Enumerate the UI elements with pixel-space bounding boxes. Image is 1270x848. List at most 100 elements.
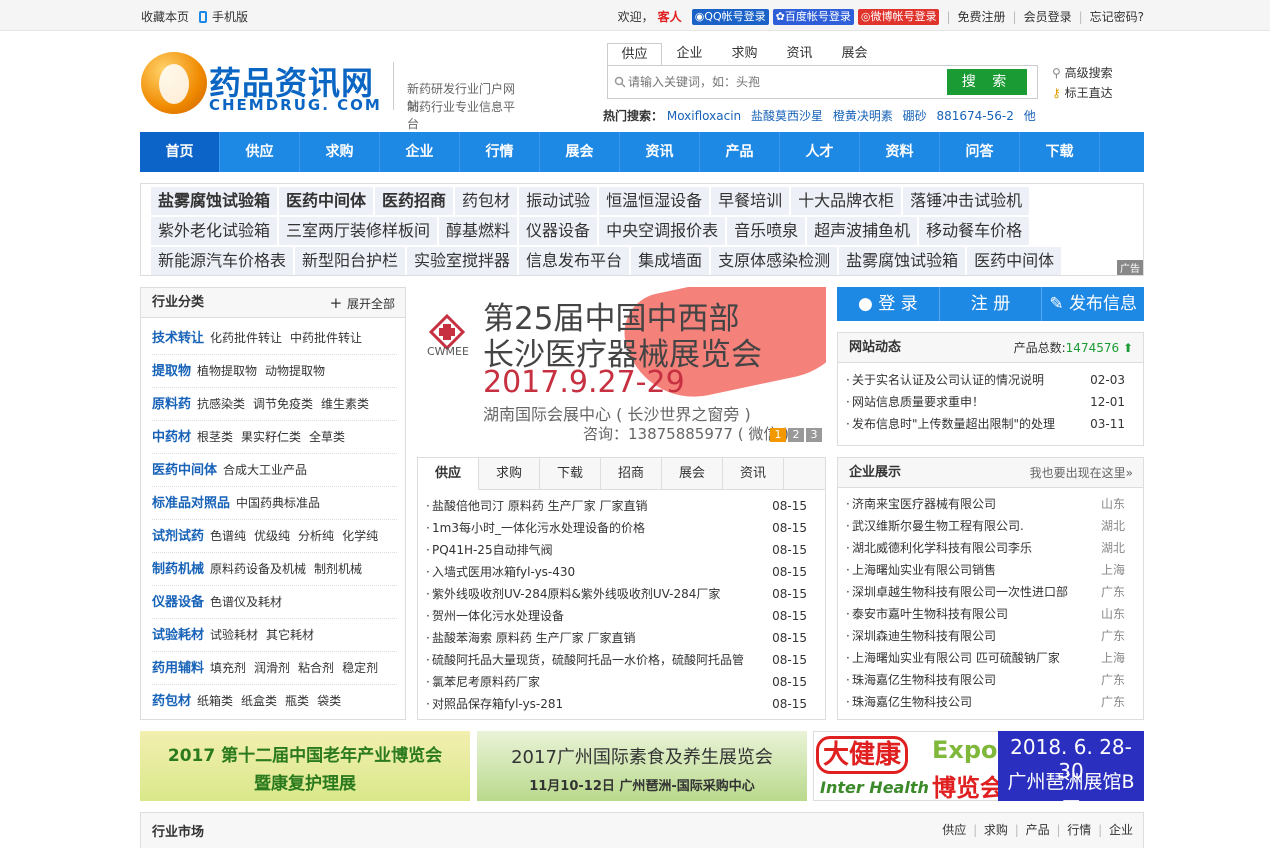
keyword-link[interactable]: 仪器设备: [519, 217, 598, 245]
company-item[interactable]: 深圳森迪生物科技有限公司 广东: [838, 625, 1143, 647]
supply-item[interactable]: 贺州一体化污水处理设备 08-15: [418, 605, 825, 627]
register-button[interactable]: 注 册: [940, 287, 1043, 321]
nav-product[interactable]: 产品: [700, 132, 780, 172]
market-link-buy[interactable]: 求购: [984, 823, 1008, 837]
category-sub[interactable]: 纸箱类: [197, 694, 233, 708]
category-sub[interactable]: 其它耗材: [266, 628, 314, 642]
category-sub[interactable]: 调节免疫类: [253, 397, 313, 411]
company-item[interactable]: 深圳卓越生物科技有限公司一次性进口部 广东: [838, 581, 1143, 603]
category-name[interactable]: 试剂试药: [152, 529, 204, 544]
category-name[interactable]: 提取物: [152, 364, 191, 379]
hot-search-link[interactable]: 盐酸莫西沙星: [751, 109, 823, 123]
nav-docs[interactable]: 资料: [860, 132, 940, 172]
category-sub[interactable]: 抗感染类: [197, 397, 245, 411]
nav-exhibition[interactable]: 展会: [540, 132, 620, 172]
search-input[interactable]: [628, 72, 928, 92]
keyword-link[interactable]: 恒温恒湿设备: [599, 187, 710, 215]
keyword-link[interactable]: 医药中间体: [279, 187, 374, 215]
category-sub[interactable]: 中药批件转让: [290, 331, 362, 345]
keyword-link[interactable]: 新能源汽车价格表: [151, 247, 294, 275]
company-item[interactable]: 济南来宝医疗器械有限公司 山东: [838, 493, 1143, 515]
category-sub[interactable]: 植物提取物: [197, 364, 257, 378]
supply-item[interactable]: 入墙式医用冰箱fyl-ys-430 08-15: [418, 561, 825, 583]
category-sub[interactable]: 制剂机械: [314, 562, 362, 576]
supply-item[interactable]: PQ41H-25自动排气阀 08-15: [418, 539, 825, 561]
category-name[interactable]: 原料药: [152, 397, 191, 412]
supply-item[interactable]: 氯苯尼考原料药厂家 08-15: [418, 671, 825, 693]
keyword-link[interactable]: 中央空调报价表: [599, 217, 726, 245]
category-sub[interactable]: 分析纯: [298, 529, 334, 543]
ad-banner-health-expo[interactable]: 大健康 Expo 博览会 Inter Health 2018. 6. 28-30…: [813, 731, 1144, 820]
nav-company[interactable]: 企业: [380, 132, 460, 172]
company-more-link[interactable]: 我也要出现在这里»: [1030, 458, 1133, 488]
category-sub[interactable]: 果实籽仁类: [241, 430, 301, 444]
search-tab-news[interactable]: 资讯: [772, 43, 827, 65]
hot-search-link[interactable]: 881674-56-2: [937, 109, 1014, 123]
category-sub[interactable]: 动物提取物: [265, 364, 325, 378]
keyword-link[interactable]: 紫外老化试验箱: [151, 217, 278, 245]
category-sub[interactable]: 润滑剂: [254, 661, 290, 675]
category-name[interactable]: 药用辅料: [152, 661, 204, 676]
keyword-link[interactable]: 音乐喷泉: [727, 217, 806, 245]
keyword-link[interactable]: 医药中间体: [967, 247, 1062, 275]
tab-invest[interactable]: 招商: [601, 458, 662, 489]
category-name[interactable]: 标准品对照品: [152, 496, 230, 511]
category-name[interactable]: 中药材: [152, 430, 191, 445]
hot-search-link[interactable]: Moxifloxacin: [667, 109, 741, 123]
nav-buy[interactable]: 求购: [300, 132, 380, 172]
category-sub[interactable]: 中国药典标准品: [236, 496, 320, 510]
category-sub[interactable]: 全草类: [309, 430, 345, 444]
category-sub[interactable]: 稳定剂: [342, 661, 378, 675]
supply-item[interactable]: 硫酸阿托品大量现货，硫酸阿托品一水价格，硫酸阿托品管 08-15: [418, 649, 825, 671]
hot-search-link[interactable]: 橙黄决明素: [833, 109, 893, 123]
publish-button[interactable]: ✎ 发布信息: [1042, 287, 1144, 321]
forgot-password-link[interactable]: 忘记密码?: [1090, 8, 1144, 25]
search-tab-company[interactable]: 企业: [662, 43, 717, 65]
market-link-price[interactable]: 行情: [1067, 823, 1091, 837]
search-button[interactable]: 搜 索: [947, 69, 1027, 95]
nav-talent[interactable]: 人才: [780, 132, 860, 172]
category-name[interactable]: 药包材: [152, 694, 191, 709]
supply-item[interactable]: 盐酸苯海索 原料药 生产厂家 厂家直销 08-15: [418, 627, 825, 649]
company-item[interactable]: 珠海嘉亿生物科技公司 广东: [838, 691, 1143, 713]
keyword-link[interactable]: 早餐培训: [711, 187, 790, 215]
category-sub[interactable]: 化学纯: [342, 529, 378, 543]
nav-download[interactable]: 下载: [1020, 132, 1100, 172]
category-sub[interactable]: 试验耗材: [210, 628, 258, 642]
hot-search-link[interactable]: 他: [1024, 109, 1036, 123]
expand-all-button[interactable]: + 展开全部: [330, 288, 395, 319]
keyword-link[interactable]: 移动餐车价格: [919, 217, 1030, 245]
company-item[interactable]: 湖北威德利化学科技有限公司李乐 湖北: [838, 537, 1143, 559]
nav-market[interactable]: 行情: [460, 132, 540, 172]
search-tab-exhibition[interactable]: 展会: [827, 43, 882, 65]
category-sub[interactable]: 填充剂: [210, 661, 246, 675]
direct-link[interactable]: ⚷ 标王直达: [1052, 83, 1113, 103]
category-sub[interactable]: 粘合剂: [298, 661, 334, 675]
company-item[interactable]: 上海曙灿实业有限公司销售 上海: [838, 559, 1143, 581]
category-sub[interactable]: 色谱纯: [210, 529, 246, 543]
keyword-link[interactable]: 十大品牌衣柜: [791, 187, 902, 215]
news-item[interactable]: 发布信息时"上传数量超出限制"的处理 03-11: [838, 413, 1143, 435]
tab-supply[interactable]: 供应: [418, 458, 479, 490]
tab-download[interactable]: 下载: [540, 458, 601, 489]
keyword-link[interactable]: 集成墙面: [631, 247, 710, 275]
keyword-link[interactable]: 落锤冲击试验机: [903, 187, 1030, 215]
category-name[interactable]: 医药中间体: [152, 463, 217, 478]
market-link-company[interactable]: 企业: [1109, 823, 1133, 837]
tab-buy[interactable]: 求购: [479, 458, 540, 489]
category-sub[interactable]: 合成大工业产品: [223, 463, 307, 477]
keyword-link[interactable]: 医药招商: [375, 187, 454, 215]
keyword-link[interactable]: 盐雾腐蚀试验箱: [839, 247, 966, 275]
category-sub[interactable]: 根茎类: [197, 430, 233, 444]
company-item[interactable]: 上海曙灿实业有限公司 匹可硫酸钠厂家 上海: [838, 647, 1143, 669]
weibo-login-button[interactable]: ◎微博帐号登录: [857, 8, 940, 25]
category-sub[interactable]: 瓶类: [285, 694, 309, 708]
category-sub[interactable]: 化药批件转让: [210, 331, 282, 345]
category-sub[interactable]: 原料药设备及机械: [210, 562, 306, 576]
nav-qa[interactable]: 问答: [940, 132, 1020, 172]
category-sub[interactable]: 色谱仪及耗材: [210, 595, 282, 609]
category-name[interactable]: 技术转让: [152, 331, 204, 346]
site-logo[interactable]: 药品资讯网 CHEMDRUG. COM 新药研发行业门户网站 制药行业专业信息平…: [141, 48, 521, 131]
market-link-product[interactable]: 产品: [1026, 823, 1050, 837]
keyword-link[interactable]: 信息发布平台: [519, 247, 630, 275]
